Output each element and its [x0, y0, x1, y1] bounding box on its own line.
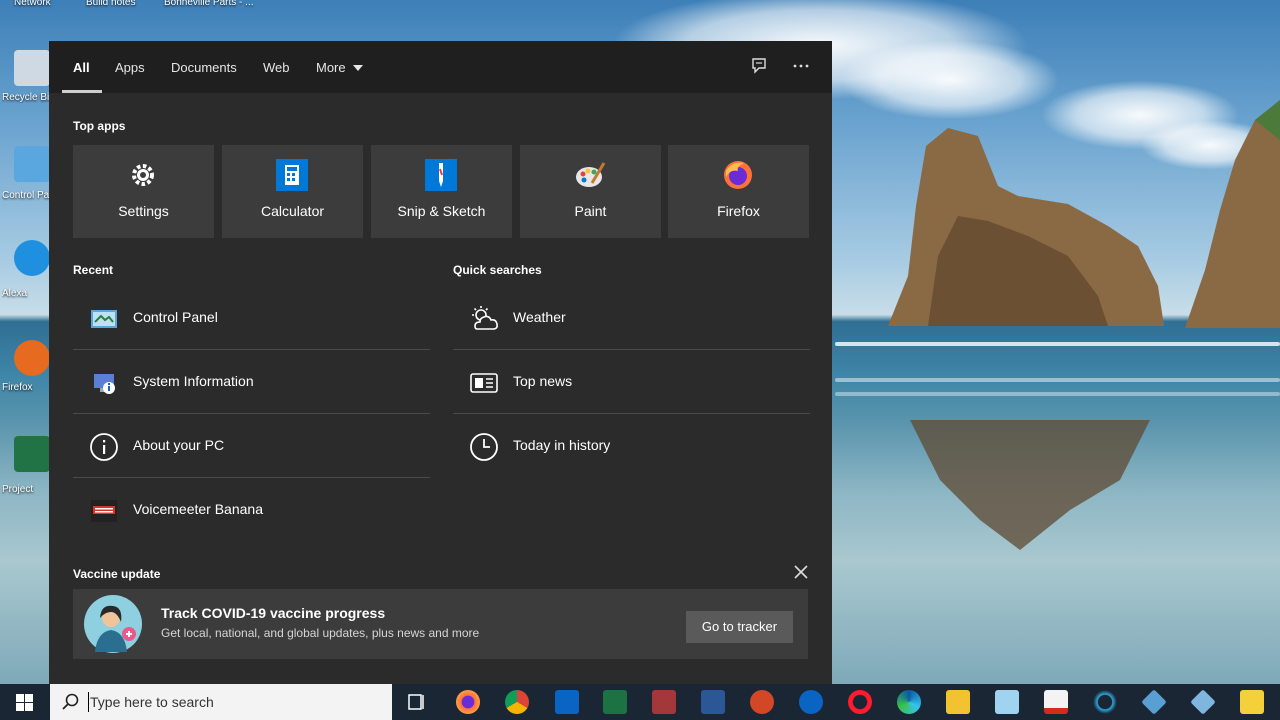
app-taskbar-icon[interactable] — [1093, 690, 1117, 714]
paint-icon — [576, 162, 606, 187]
acrobat-taskbar-icon[interactable] — [1044, 690, 1068, 714]
windows-logo-icon — [16, 694, 33, 711]
task-view-icon[interactable] — [405, 690, 429, 714]
recent-item-about-your-pc[interactable]: About your PC — [73, 414, 430, 478]
info-circle-icon — [90, 433, 118, 461]
vaccine-card-title: Track COVID-19 vaccine progress — [161, 605, 386, 621]
quick-searches-title: Quick searches — [453, 263, 542, 277]
edge-taskbar-icon[interactable] — [897, 690, 921, 714]
tab-web[interactable]: Web — [263, 60, 290, 75]
vaccine-card[interactable]: Track COVID-19 vaccine progress Get loca… — [73, 589, 808, 659]
tab-all[interactable]: All — [73, 60, 90, 75]
desktop-label-project: Project — [2, 484, 34, 495]
vaccine-illustration-icon — [84, 595, 142, 653]
app-tile-snip-sketch[interactable]: Snip & Sketch — [371, 145, 512, 238]
weather-icon — [472, 306, 498, 330]
app-tile-label: Snip & Sketch — [397, 203, 486, 219]
snip-sketch-icon — [425, 159, 457, 191]
network-taskbar-icon[interactable] — [1190, 689, 1216, 715]
rock-arch-image — [888, 128, 1164, 326]
desktop-label-build-notes[interactable]: Build notes — [86, 0, 135, 8]
voicemeeter-icon — [91, 500, 117, 522]
tab-more-label: More — [316, 60, 346, 75]
taskbar: Type here to search — [0, 684, 1280, 720]
start-search-panel: All Apps Documents Web More Top apps Set… — [49, 41, 832, 684]
active-tab-indicator — [62, 90, 102, 93]
system-info-icon — [94, 374, 115, 394]
firefox-desktop-icon[interactable] — [14, 340, 50, 376]
app-tile-label: Settings — [118, 203, 169, 219]
control-panel-icon[interactable] — [14, 146, 50, 182]
caret-down-icon — [353, 65, 364, 71]
opera-taskbar-icon[interactable] — [848, 690, 872, 714]
recent-item-label: About your PC — [133, 437, 225, 453]
text-cursor — [88, 692, 89, 712]
desktop-label-firefox: Firefox — [2, 382, 33, 393]
tab-apps[interactable]: Apps — [115, 60, 145, 75]
search-tabs-bar: All Apps Documents Web More — [49, 41, 832, 93]
vaccine-card-description: Get local, national, and global updates,… — [161, 626, 480, 640]
rock-reflection-image — [910, 420, 1150, 550]
close-icon[interactable] — [792, 564, 810, 582]
app-tile-paint[interactable]: Paint — [520, 145, 661, 238]
quick-search-top-news[interactable]: Top news — [453, 350, 810, 414]
rock-cliff-image — [1185, 100, 1280, 328]
vaccine-update-title: Vaccine update — [73, 567, 161, 581]
quick-search-weather[interactable]: Weather — [453, 286, 810, 350]
gear-icon — [127, 159, 159, 191]
app-tile-label: Paint — [574, 203, 607, 219]
recent-item-control-panel[interactable]: Control Panel — [73, 286, 430, 350]
start-button[interactable] — [0, 684, 50, 720]
desktop-label-network[interactable]: Network — [14, 0, 51, 8]
quick-search-label: Today in history — [513, 437, 611, 453]
quick-search-label: Top news — [513, 373, 573, 389]
tab-more[interactable]: More — [316, 60, 364, 75]
clock-icon — [470, 433, 498, 461]
alexa-icon[interactable] — [14, 240, 50, 276]
notepad-taskbar-icon[interactable] — [995, 690, 1019, 714]
app-tile-calculator[interactable]: Calculator — [222, 145, 363, 238]
recent-item-voicemeeter-banana[interactable]: Voicemeeter Banana — [73, 478, 430, 542]
tab-documents[interactable]: Documents — [171, 60, 237, 75]
search-icon — [62, 693, 79, 710]
desktop-label-bonneville[interactable]: Bonneville Parts - ... — [164, 0, 253, 8]
top-apps-title: Top apps — [73, 119, 126, 133]
recycle-bin-icon[interactable] — [14, 50, 50, 86]
project-icon[interactable] — [14, 436, 50, 472]
desktop-label-recycle-bin: Recycle Bin — [2, 92, 50, 103]
app-tile-label: Firefox — [717, 203, 760, 219]
control-panel-icon — [91, 310, 117, 328]
app-tile-label: Calculator — [260, 203, 325, 219]
recent-item-label: System Information — [133, 373, 254, 389]
excel-taskbar-icon[interactable] — [603, 690, 627, 714]
app-tile-firefox[interactable]: Firefox — [668, 145, 809, 238]
recent-item-system-information[interactable]: System Information — [73, 350, 430, 414]
remote-desktop-taskbar-icon[interactable] — [1141, 689, 1167, 715]
powerpoint-taskbar-icon[interactable] — [750, 690, 774, 714]
recent-item-label: Voicemeeter Banana — [133, 501, 263, 517]
recent-title: Recent — [73, 263, 114, 277]
onedrive-taskbar-icon[interactable] — [799, 690, 823, 714]
firefox-icon — [724, 161, 752, 189]
more-options-icon[interactable] — [791, 57, 811, 77]
outlook-taskbar-icon[interactable] — [555, 690, 579, 714]
word-taskbar-icon[interactable] — [701, 690, 725, 714]
quick-search-today-in-history[interactable]: Today in history — [453, 414, 810, 478]
file-explorer-taskbar-icon[interactable] — [946, 690, 970, 714]
firefox-taskbar-icon[interactable] — [456, 690, 480, 714]
access-taskbar-icon[interactable] — [652, 690, 676, 714]
recent-item-label: Control Panel — [133, 309, 218, 325]
taskbar-search-box[interactable]: Type here to search — [50, 684, 392, 720]
calculator-icon — [276, 159, 308, 191]
search-placeholder: Type here to search — [90, 694, 214, 710]
news-icon — [470, 373, 498, 393]
chrome-taskbar-icon[interactable] — [505, 690, 529, 714]
quick-search-label: Weather — [513, 309, 566, 325]
desktop-label-alexa: Alexa — [2, 288, 28, 299]
feedback-icon[interactable] — [749, 57, 769, 77]
desktop-label-control-panel: Control Panel — [2, 190, 50, 201]
go-to-tracker-button[interactable]: Go to tracker — [686, 611, 793, 643]
app-tile-settings[interactable]: Settings — [73, 145, 214, 238]
sticky-notes-taskbar-icon[interactable] — [1240, 690, 1264, 714]
